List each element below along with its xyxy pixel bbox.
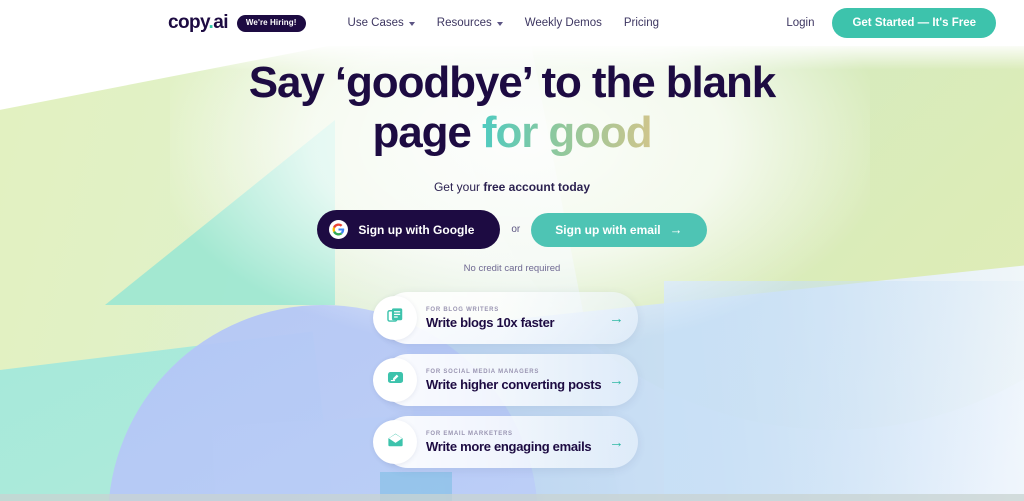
card-title: Write higher converting posts [426, 376, 602, 392]
nav-label-pricing: Pricing [623, 17, 660, 29]
signup-actions: Sign up with Google or Sign up with emai… [0, 210, 1024, 250]
open-envelope-icon [386, 430, 405, 454]
card-text-block: FOR SOCIAL MEDIA MANAGERS Write higher c… [426, 368, 602, 392]
headline-line-2: page for good [0, 108, 1024, 158]
sign-up-with-google-button[interactable]: Sign up with Google [317, 210, 501, 250]
header-actions: Login Get Started — It's Free [786, 8, 996, 38]
persona-card-list: FOR BLOG WRITERS Write blogs 10x faster … [373, 292, 638, 468]
card-eyebrow: FOR SOCIAL MEDIA MANAGERS [426, 368, 540, 375]
chevron-down-icon [496, 22, 503, 26]
headline-line-1: Say ‘goodbye’ to the blank [248, 58, 776, 107]
headline-accent-part: for good [481, 108, 653, 158]
nav-item-weekly-demos[interactable]: Weekly Demos [525, 17, 602, 29]
main-nav: Use Cases Resources Weekly Demos Pricing [348, 17, 660, 29]
or-separator: or [511, 224, 521, 236]
logo-suffix: ai [213, 12, 228, 33]
nav-label-use-cases: Use Cases [347, 17, 404, 29]
subheadline-prefix: Get your [433, 180, 484, 195]
arrow-right-icon[interactable]: → [609, 435, 624, 450]
nav-item-pricing[interactable]: Pricing [624, 17, 659, 29]
no-credit-card-note: No credit card required [463, 263, 561, 275]
persona-card-email-marketers[interactable]: FOR EMAIL MARKETERS Write more engaging … [373, 416, 638, 468]
get-started-button[interactable]: Get Started — It's Free [832, 8, 996, 38]
logo-name: copy [168, 12, 209, 33]
nav-label-weekly-demos: Weekly Demos [524, 17, 602, 29]
card-text-block: FOR EMAIL MARKETERS Write more engaging … [426, 431, 601, 454]
page-title: Say ‘goodbye’ to the blank page for good [0, 58, 1024, 158]
logo[interactable]: copy.ai We're Hiring! [168, 12, 306, 34]
site-header: copy.ai We're Hiring! Use Cases Resource… [0, 0, 1024, 46]
google-button-label: Sign up with Google [358, 222, 475, 237]
card-title: Write blogs 10x faster [426, 314, 555, 330]
hiring-badge[interactable]: We're Hiring! [236, 14, 306, 32]
hero-section: Say ‘goodbye’ to the blank page for good… [0, 46, 1024, 284]
bottom-strip [0, 494, 1024, 501]
google-icon [329, 220, 349, 240]
logo-wordmark: copy.ai [168, 12, 228, 34]
card-icon-badge [373, 420, 417, 464]
arrow-right-icon[interactable]: → [609, 311, 624, 326]
card-icon-badge [373, 296, 417, 340]
login-link[interactable]: Login [786, 17, 814, 29]
card-text-block: FOR BLOG WRITERS Write blogs 10x faster [426, 307, 601, 330]
card-eyebrow: FOR EMAIL MARKETERS [426, 430, 513, 437]
nav-item-use-cases[interactable]: Use Cases [348, 17, 415, 29]
subheadline-emphasis: free account today [483, 180, 591, 195]
chevron-down-icon [408, 22, 415, 26]
arrow-right-icon: → [669, 222, 683, 238]
persona-card-blog-writers[interactable]: FOR BLOG WRITERS Write blogs 10x faster … [373, 292, 638, 344]
post-edit-icon [386, 368, 405, 392]
arrow-right-icon[interactable]: → [609, 373, 624, 388]
documents-stack-icon [386, 306, 405, 330]
nav-label-resources: Resources [436, 17, 492, 29]
card-icon-badge [373, 358, 417, 402]
email-button-label: Sign up with email [555, 222, 661, 237]
landing-page: copy.ai We're Hiring! Use Cases Resource… [0, 0, 1024, 501]
sign-up-with-email-button[interactable]: Sign up with email → [531, 212, 707, 247]
subheadline: Get your free account today [0, 180, 1024, 194]
persona-card-social-media-managers[interactable]: FOR SOCIAL MEDIA MANAGERS Write higher c… [373, 354, 638, 406]
card-eyebrow: FOR BLOG WRITERS [426, 306, 499, 313]
headline-dark-part: page [372, 108, 482, 158]
nav-item-resources[interactable]: Resources [437, 17, 503, 29]
card-title: Write more engaging emails [426, 438, 592, 454]
